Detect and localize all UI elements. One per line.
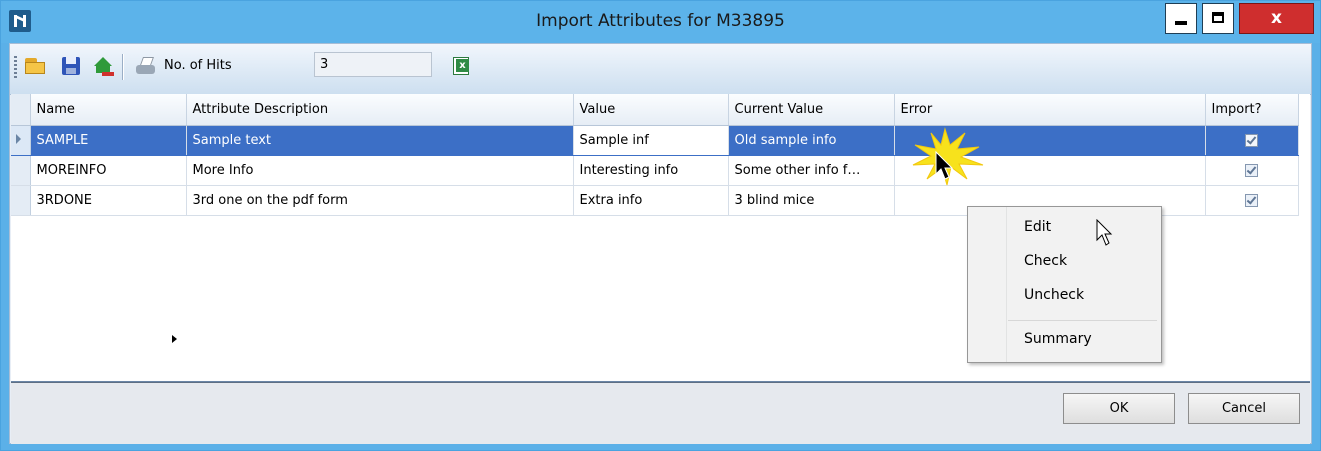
column-header-error[interactable]: Error [894, 94, 1206, 126]
toolbar-grip-icon[interactable] [14, 56, 17, 78]
column-header-import[interactable]: Import? [1205, 94, 1299, 126]
row-arrow-icon [16, 133, 21, 144]
context-menu-summary[interactable]: Summary [1024, 331, 1092, 347]
folder-open-icon[interactable] [24, 55, 46, 77]
header-row: Name Attribute Description Value Current… [11, 94, 1299, 126]
column-header-description[interactable]: Attribute Description [186, 94, 574, 126]
hits-label: No. of Hits [164, 58, 232, 73]
toolbar-separator [122, 54, 123, 80]
cell-current-value[interactable]: Some other info f… [728, 155, 895, 186]
column-header-name[interactable]: Name [30, 94, 187, 126]
row-header[interactable] [11, 185, 31, 216]
close-button[interactable]: x [1239, 3, 1314, 34]
revert-icon[interactable] [92, 55, 114, 77]
save-icon[interactable] [60, 55, 82, 77]
print-icon[interactable] [134, 55, 156, 77]
maximize-button[interactable] [1202, 3, 1234, 34]
import-attributes-window: Import Attributes for M33895 x No. of Hi… [0, 0, 1321, 451]
close-icon: x [1271, 8, 1282, 28]
import-checkbox[interactable] [1245, 193, 1258, 207]
context-menu-edit[interactable]: Edit [1024, 219, 1051, 235]
cell-name[interactable]: 3RDONE [30, 185, 187, 216]
cell-value[interactable]: Sample inf [573, 125, 729, 156]
row-header-corner [11, 94, 31, 126]
current-row-indicator[interactable] [11, 125, 31, 156]
cell-description[interactable]: Sample text [186, 125, 574, 156]
window-title: Import Attributes for M33895 [536, 11, 785, 31]
ok-button[interactable]: OK [1063, 393, 1175, 424]
cell-description[interactable]: 3rd one on the pdf form [186, 185, 574, 216]
minimize-icon [1175, 21, 1187, 25]
import-checkbox[interactable] [1245, 163, 1258, 177]
table-row[interactable]: SAMPLE Sample text Sample inf Old sample… [11, 125, 1299, 156]
hover-pointer-icon [1096, 219, 1113, 246]
cell-value[interactable]: Interesting info [573, 155, 729, 186]
submenu-arrow-icon [172, 335, 177, 343]
context-menu: Edit Check Uncheck Summary [967, 206, 1162, 363]
cell-import[interactable] [1205, 155, 1299, 186]
excel-export-icon[interactable]: x [450, 55, 472, 77]
context-menu-uncheck[interactable]: Uncheck [1024, 287, 1084, 303]
context-menu-gutter [968, 207, 1007, 362]
context-menu-separator [1008, 320, 1157, 321]
cell-value[interactable]: Extra info [573, 185, 729, 216]
import-checkbox[interactable] [1245, 133, 1258, 147]
cell-name[interactable]: MOREINFO [30, 155, 187, 186]
minimize-button[interactable] [1165, 3, 1197, 34]
dialog-footer: OK Cancel [11, 382, 1310, 444]
hits-count-field[interactable] [314, 52, 432, 77]
toolbar: No. of Hits x [10, 44, 1311, 95]
mouse-pointer-icon [935, 151, 954, 180]
attributes-table: Name Attribute Description Value Current… [11, 94, 1299, 216]
cell-name[interactable]: SAMPLE [30, 125, 187, 156]
context-menu-check[interactable]: Check [1024, 253, 1067, 269]
cancel-button[interactable]: Cancel [1188, 393, 1300, 424]
cell-current-value[interactable]: Old sample info [728, 125, 895, 156]
column-header-value[interactable]: Value [573, 94, 729, 126]
title-bar[interactable]: Import Attributes for M33895 x [1, 1, 1320, 43]
cell-import[interactable] [1205, 185, 1299, 216]
cell-description[interactable]: More Info [186, 155, 574, 186]
cell-current-value[interactable]: 3 blind mice [728, 185, 895, 216]
column-header-current-value[interactable]: Current Value [728, 94, 895, 126]
row-header[interactable] [11, 155, 31, 186]
maximize-icon [1212, 12, 1224, 23]
table-row[interactable]: MOREINFO More Info Interesting info Some… [11, 155, 1299, 186]
cell-import[interactable] [1205, 125, 1299, 156]
